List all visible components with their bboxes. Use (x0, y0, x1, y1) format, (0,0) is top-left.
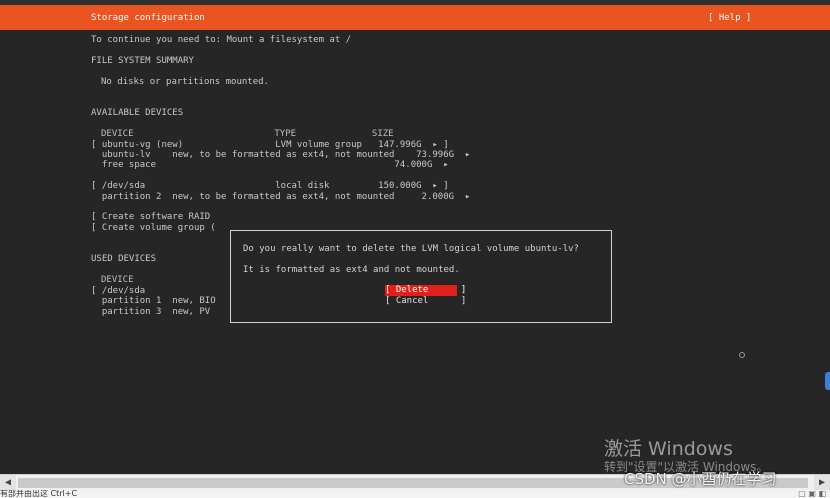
delete-confirm-dialog: Do you really want to delete the LVM log… (230, 230, 612, 323)
summary-heading: FILE SYSTEM SUMMARY (91, 56, 194, 66)
cursor-ring-icon (739, 352, 745, 358)
status-text: 有部并由出这 Ctrl+C (0, 490, 78, 498)
intro-text: To continue you need to: Mount a filesys… (91, 35, 352, 45)
page-title: Storage configuration (91, 13, 205, 23)
device-row-partition-2[interactable]: partition 2 new, to be formatted as ext4… (91, 192, 470, 203)
used-heading: USED DEVICES (91, 254, 157, 264)
csdn-watermark: CSDN @小酉仍在学习 (624, 470, 777, 488)
installer-terminal: Storage configuration [ Help ] To contin… (0, 0, 830, 474)
side-handle[interactable] (825, 372, 830, 390)
scroll-left-icon[interactable]: ◀ (0, 475, 16, 491)
help-button[interactable]: [ Help ] (708, 13, 751, 23)
device-row-dev-sda[interactable]: [ /dev/sda local disk 150.000G ▸ ] (91, 181, 449, 192)
delete-button[interactable]: [ Delete ] (385, 285, 466, 296)
used-columns: DEVICE (101, 275, 134, 285)
available-heading: AVAILABLE DEVICES (91, 108, 184, 118)
device-row-free-space[interactable]: free space 74.000G ▸ (91, 160, 449, 171)
create-volume-group-button[interactable]: [ Create volume group ( (91, 223, 216, 234)
create-raid-button[interactable]: [ Create software RAID (91, 212, 210, 223)
status-icons: ▢ ▣ ◧ (798, 490, 826, 498)
activate-windows-watermark: 激活 Windows (604, 438, 733, 460)
cancel-button[interactable]: [ Cancel ] (385, 296, 466, 307)
available-columns: DEVICE TYPE SIZE (101, 129, 394, 139)
dialog-detail: It is formatted as ext4 and not mounted. (243, 265, 460, 275)
header-bar: Storage configuration [ Help ] (0, 5, 830, 30)
scroll-right-icon[interactable]: ▶ (814, 475, 830, 491)
summary-empty-text: No disks or partitions mounted. (101, 77, 269, 87)
dialog-question: Do you really want to delete the LVM log… (243, 244, 579, 254)
used-row-partition-3[interactable]: partition 3 new, PV (91, 307, 210, 318)
used-row-partition-1[interactable]: partition 1 new, BIO (91, 296, 216, 307)
status-bar: 有部并由出这 Ctrl+C ▢ ▣ ◧ (0, 490, 830, 498)
